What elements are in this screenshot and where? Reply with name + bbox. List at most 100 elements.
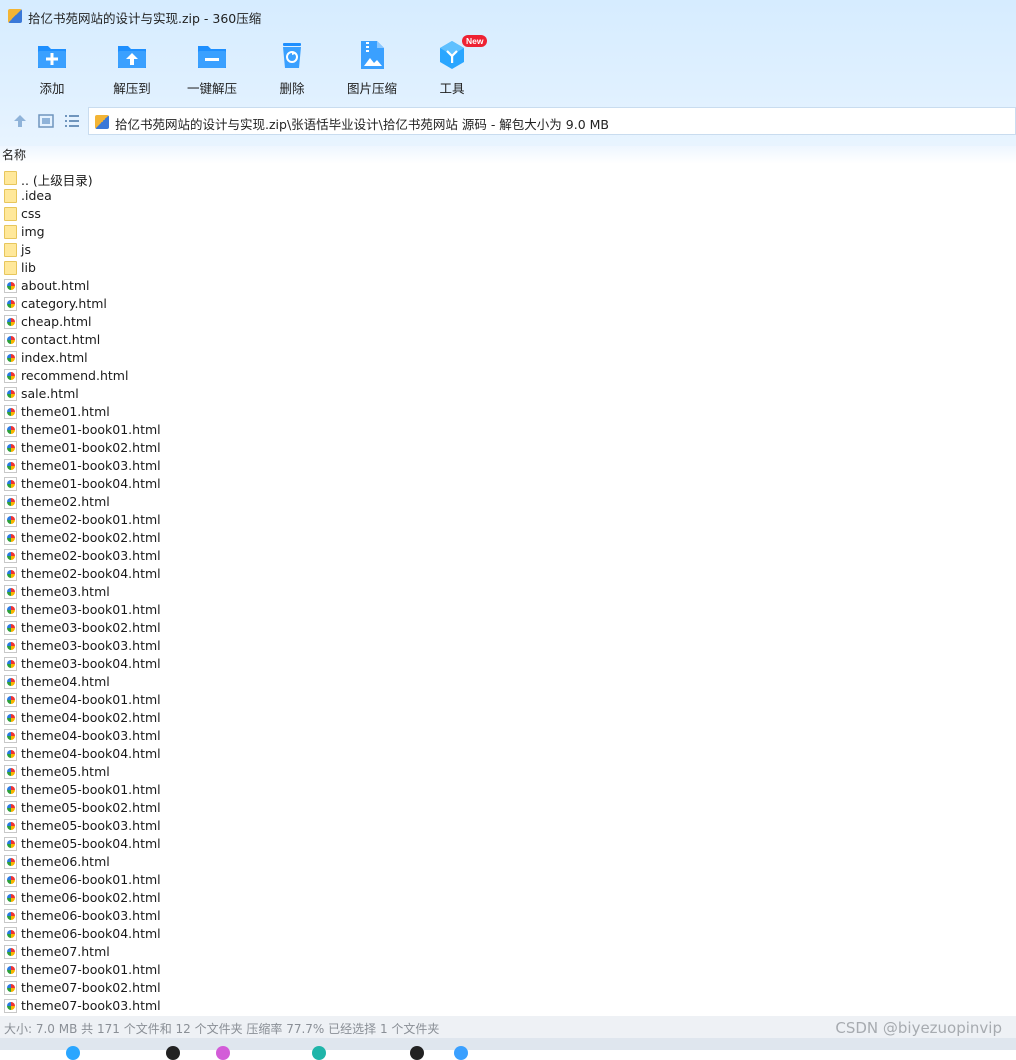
file-row[interactable]: theme02-book01.html [0,511,1016,529]
file-row[interactable]: theme05.html [0,763,1016,781]
item-name: theme06-book04.html [21,926,161,941]
file-row[interactable]: theme07-book01.html [0,961,1016,979]
html-file-icon [4,657,17,671]
item-name: img [21,224,45,239]
file-row[interactable]: theme04-book02.html [0,709,1016,727]
folder-row[interactable]: img [0,223,1016,241]
file-row[interactable]: theme02.html [0,493,1016,511]
html-file-icon [4,603,17,617]
html-file-icon [4,747,17,761]
window-title: 拾亿书苑网站的设计与实现.zip - 360压缩 [28,11,262,26]
file-row[interactable]: theme02-book02.html [0,529,1016,547]
one-click-extract-button[interactable]: 一键解压 [172,38,252,100]
file-row[interactable]: theme06-book01.html [0,871,1016,889]
file-row[interactable]: theme01-book01.html [0,421,1016,439]
html-file-icon [4,513,17,527]
taskbar-app-icon[interactable] [410,1046,424,1060]
file-row[interactable]: theme04.html [0,673,1016,691]
file-row[interactable]: theme05-book03.html [0,817,1016,835]
file-row[interactable]: theme06-book03.html [0,907,1016,925]
file-row[interactable]: theme07-book03.html [0,997,1016,1015]
folder-row[interactable]: .idea [0,187,1016,205]
item-name: theme06.html [21,854,110,869]
item-name: theme03-book01.html [21,602,161,617]
app-icon [8,9,22,23]
file-row[interactable]: theme06-book04.html [0,925,1016,943]
file-row[interactable]: theme04-book03.html [0,727,1016,745]
column-header-name[interactable]: 名称 [0,146,1016,164]
file-row[interactable]: theme01-book04.html [0,475,1016,493]
extract-to-label: 解压到 [113,81,151,96]
image-compress-button[interactable]: 图片压缩 [332,38,412,100]
file-row[interactable]: theme01-book03.html [0,457,1016,475]
folder-row[interactable]: css [0,205,1016,223]
file-row[interactable]: theme07-book02.html [0,979,1016,997]
address-bar[interactable]: 拾亿书苑网站的设计与实现.zip\张语恬毕业设计\拾亿书苑网站 源码 - 解包大… [88,107,1016,135]
toolbar: 添加 解压到 一键解压 删除 图片压缩 New 工具 [0,34,1016,104]
item-name: theme01-book01.html [21,422,161,437]
file-row[interactable]: theme02-book03.html [0,547,1016,565]
tools-button[interactable]: New 工具 [412,35,492,100]
file-row[interactable]: theme01-book02.html [0,439,1016,457]
file-row[interactable]: theme06.html [0,853,1016,871]
taskbar-app-icon[interactable] [216,1046,230,1060]
html-file-icon [4,891,17,905]
taskbar-app-icon[interactable] [66,1046,80,1060]
file-row[interactable]: theme04-book01.html [0,691,1016,709]
tools-label: 工具 [439,81,465,96]
html-file-icon [4,477,17,491]
file-row[interactable]: contact.html [0,331,1016,349]
one-click-extract-label: 一键解压 [186,81,237,96]
title-bar[interactable]: 拾亿书苑网站的设计与实现.zip - 360压缩 [0,0,1016,34]
file-row[interactable]: theme03-book02.html [0,619,1016,637]
file-row[interactable]: cheap.html [0,313,1016,331]
html-file-icon [4,675,17,689]
html-file-icon [4,765,17,779]
file-row[interactable]: theme01.html [0,403,1016,421]
file-row[interactable]: sale.html [0,385,1016,403]
file-row[interactable]: theme05-book01.html [0,781,1016,799]
item-name: theme06-book02.html [21,890,161,905]
html-file-icon [4,639,17,653]
file-row[interactable]: theme07.html [0,943,1016,961]
taskbar-app-icon[interactable] [312,1046,326,1060]
file-row[interactable]: theme03-book03.html [0,637,1016,655]
html-file-icon [4,621,17,635]
file-row[interactable]: index.html [0,349,1016,367]
item-name: lib [21,260,36,275]
extract-to-button[interactable]: 解压到 [92,38,172,100]
html-file-icon [4,441,17,455]
item-name: theme02-book03.html [21,548,161,563]
up-arrow-icon[interactable] [11,112,29,130]
file-row[interactable]: category.html [0,295,1016,313]
file-row[interactable]: about.html [0,277,1016,295]
add-label: 添加 [39,81,65,96]
file-row[interactable]: theme05-book02.html [0,799,1016,817]
item-name: theme03-book04.html [21,656,161,671]
list-view-icon[interactable] [63,112,81,130]
file-row[interactable]: theme03-book04.html [0,655,1016,673]
item-name: theme02-book02.html [21,530,161,545]
folder-row[interactable]: js [0,241,1016,259]
add-button[interactable]: 添加 [12,38,92,100]
archive-icon [95,115,109,129]
image-compress-icon [361,41,384,69]
file-row[interactable]: theme03-book01.html [0,601,1016,619]
taskbar-app-icon[interactable] [166,1046,180,1060]
file-row[interactable]: theme04-book04.html [0,745,1016,763]
item-name: .idea [21,188,52,203]
folder-row[interactable]: .. (上级目录) [0,169,1016,188]
file-row[interactable]: recommend.html [0,367,1016,385]
delete-button[interactable]: 删除 [252,38,332,100]
file-row[interactable]: theme05-book04.html [0,835,1016,853]
file-row[interactable]: theme03.html [0,583,1016,601]
taskbar [0,1038,1016,1060]
folder-row[interactable]: lib [0,259,1016,277]
html-file-icon [4,459,17,473]
html-file-icon [4,585,17,599]
thumbnail-view-icon[interactable] [37,112,55,130]
item-name: theme04-book03.html [21,728,161,743]
file-row[interactable]: theme02-book04.html [0,565,1016,583]
file-row[interactable]: theme06-book02.html [0,889,1016,907]
taskbar-app-icon[interactable] [454,1046,468,1060]
